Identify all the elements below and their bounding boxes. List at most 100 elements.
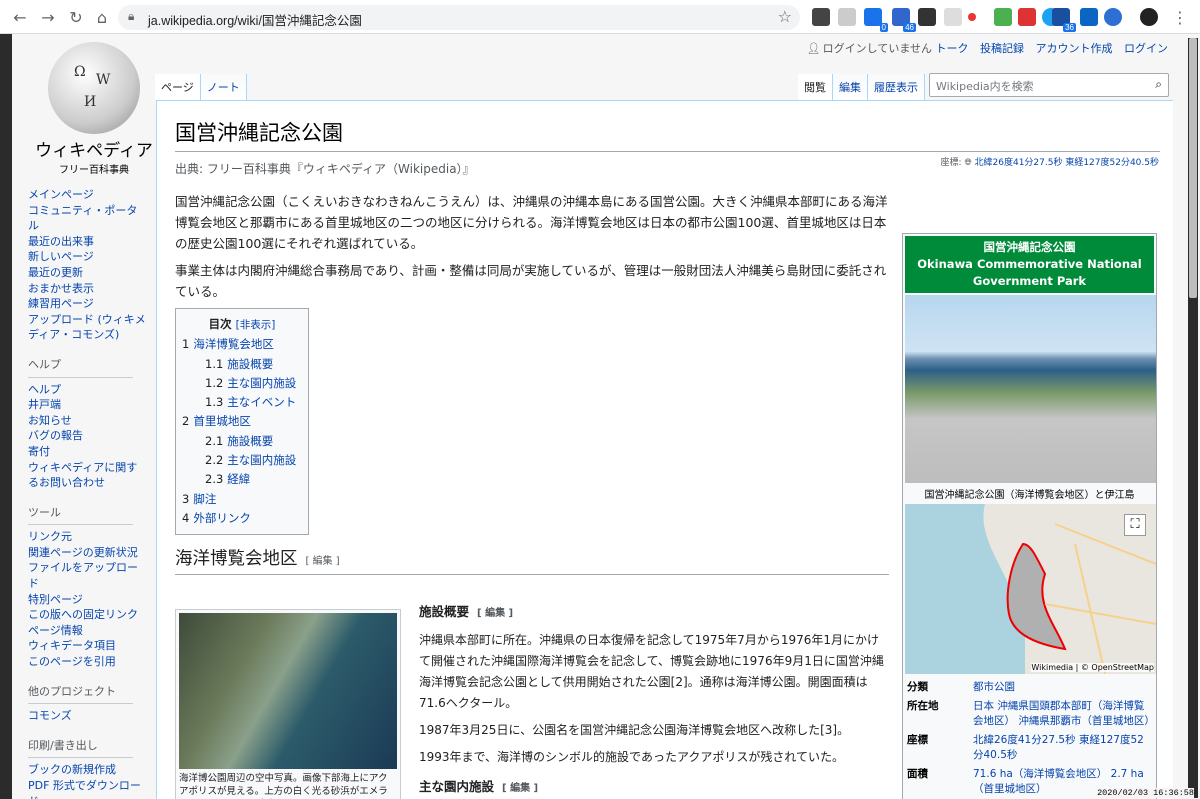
address-bar[interactable]: 🔒︎ ja.wikipedia.org/wiki/国営沖縄記念公園 ☆: [118, 5, 800, 30]
extension-icon[interactable]: 36: [1052, 8, 1076, 32]
sidebar-item[interactable]: 練習用ページ: [28, 296, 146, 312]
sidebar-item[interactable]: ヘルプ: [28, 382, 146, 398]
sidebar-item[interactable]: コモンズ: [28, 708, 146, 724]
toc-link[interactable]: 外部リンク: [193, 511, 251, 525]
lock-icon: 🔒︎: [128, 9, 135, 23]
sidebar-item[interactable]: 寄付: [28, 444, 146, 460]
toc-link[interactable]: 主なイベント: [227, 395, 296, 409]
photo-caption: 国営沖縄記念公園（海洋博覧会地区）と伊江島: [924, 490, 1135, 501]
sidebar-item[interactable]: 井戸端: [28, 397, 146, 413]
sidebar-item[interactable]: ブックの新規作成: [28, 762, 146, 778]
record-icon[interactable]: [968, 13, 976, 21]
toc-item[interactable]: 1.1 施設概要: [182, 355, 302, 374]
toc-link[interactable]: 海洋博覧会地区: [193, 337, 274, 351]
sidebar-item[interactable]: ウィキペディアに関するお問い合わせ: [28, 460, 146, 491]
toc-number: 2.1: [205, 433, 224, 448]
toc-item[interactable]: 2.2 主な園内施設: [182, 451, 302, 470]
edit-section-link[interactable]: [ 編集 ]: [477, 608, 513, 619]
toc-link[interactable]: 施設概要: [227, 357, 273, 371]
sidebar-item[interactable]: お知らせ: [28, 413, 146, 429]
reload-icon[interactable]: ↻: [66, 8, 86, 27]
thumbnail[interactable]: 海洋博公園周辺の空中写真。画像下部海上にアクアポリスが見える。上方の白く光る砂浜…: [175, 609, 401, 799]
edit-section-link[interactable]: [ 編集 ]: [306, 556, 340, 567]
sidebar-item[interactable]: コミュニティ・ポータル: [28, 203, 146, 234]
sidebar-item[interactable]: バグの報告: [28, 428, 146, 444]
edit-section-link[interactable]: [ 編集 ]: [502, 783, 538, 794]
home-icon[interactable]: ⌂: [92, 8, 112, 27]
coord-link[interactable]: 北緯26度41分27.5秒 東経127度52分40.5秒: [975, 158, 1159, 168]
sidebar-item[interactable]: 最近の出来事: [28, 234, 146, 250]
login-link[interactable]: ログイン: [1124, 42, 1168, 55]
location-map[interactable]: ⛶ Wikimedia | © OpenStreetMap: [905, 504, 1156, 674]
extension-icon[interactable]: 46: [892, 8, 916, 32]
extension-icon[interactable]: [812, 8, 830, 26]
download-icon[interactable]: [918, 8, 936, 26]
tab-edit[interactable]: 編集: [833, 74, 868, 100]
sidebar-item[interactable]: アップロード (ウィキメディア・コモンズ): [28, 312, 146, 343]
extension-icon[interactable]: [1104, 8, 1122, 26]
toc-link[interactable]: 脚注: [193, 492, 216, 506]
toc-item[interactable]: 2.1 施設概要: [182, 432, 302, 451]
toc-number: 1.2: [205, 375, 224, 390]
toc-hide-link[interactable]: [非表示]: [236, 319, 276, 331]
infobox-value[interactable]: 日本 沖縄県国頭郡本部町（海洋博覧会地区） 沖縄県那覇市（首里城地区）: [969, 697, 1156, 731]
profile-avatar[interactable]: [1140, 8, 1158, 26]
extension-icon[interactable]: [1018, 8, 1036, 26]
park-photo[interactable]: [905, 295, 1156, 483]
forward-icon[interactable]: →: [38, 8, 58, 27]
sidebar-item[interactable]: 特別ページ: [28, 592, 146, 608]
infobox-value[interactable]: 都市公園: [969, 678, 1156, 697]
tab-history[interactable]: 履歴表示: [868, 74, 925, 100]
toc-link[interactable]: 施設概要: [227, 434, 273, 448]
toc-item[interactable]: 1.3 主なイベント: [182, 393, 302, 412]
tab-page[interactable]: ページ: [155, 74, 201, 100]
sidebar-item[interactable]: 関連ページの更新状況: [28, 545, 146, 561]
toc-item[interactable]: 1 海洋博覧会地区: [182, 335, 302, 354]
infobox-value[interactable]: 北緯26度41分27.5秒 東経127度52分40.5秒: [969, 731, 1156, 765]
create-account-link[interactable]: アカウント作成: [1036, 42, 1113, 55]
toc-item[interactable]: 4 外部リンク: [182, 509, 302, 528]
sidebar-item[interactable]: PDF 形式でダウンロード: [28, 778, 146, 799]
contributions-link[interactable]: 投稿記録: [980, 42, 1024, 55]
fullscreen-icon[interactable]: ⛶: [1124, 514, 1146, 536]
talk-link[interactable]: トーク: [936, 42, 969, 55]
sidebar-item[interactable]: この版への固定リンク: [28, 607, 146, 623]
toc-link[interactable]: 主な園内施設: [227, 453, 296, 467]
search-input[interactable]: Wikipedia内を検索 ⌕: [929, 73, 1169, 97]
search-icon[interactable]: ⌕: [1155, 77, 1162, 92]
menu-kebab-icon[interactable]: ⋮: [1170, 8, 1190, 27]
toc-item[interactable]: 1.2 主な園内施設: [182, 374, 302, 393]
aerial-photo[interactable]: [179, 613, 397, 769]
toc-item[interactable]: 2.3 経緯: [182, 470, 302, 489]
scrollbar-thumb[interactable]: [1189, 38, 1197, 298]
sidebar-item[interactable]: 新しいページ: [28, 249, 146, 265]
download-ext-icon[interactable]: [838, 8, 856, 26]
coord-label: 座標:: [940, 158, 962, 168]
scrollbar[interactable]: [1188, 38, 1198, 798]
sidebar-item[interactable]: リンク元: [28, 529, 146, 545]
tab-read[interactable]: 閲覧: [798, 74, 833, 100]
sidebar-item[interactable]: おまかせ表示: [28, 281, 146, 297]
toc-item[interactable]: 2 首里城地区: [182, 412, 302, 431]
ext-badge: 36: [1063, 23, 1076, 32]
tab-note[interactable]: ノート: [200, 74, 247, 100]
toc-link[interactable]: 首里城地区: [193, 414, 251, 428]
toc-link[interactable]: 主な園内施設: [227, 376, 296, 390]
bookmark-star-icon[interactable]: ☆: [778, 7, 792, 26]
sidebar-item[interactable]: このページを引用: [28, 654, 146, 670]
back-icon[interactable]: ←: [10, 8, 30, 27]
toc-link[interactable]: 経緯: [227, 472, 250, 486]
sidebar-item[interactable]: ファイルをアップロード: [28, 560, 146, 591]
toc-number: 1: [182, 337, 190, 352]
extension-icon[interactable]: [944, 8, 962, 26]
sidebar-item[interactable]: ページ情報: [28, 623, 146, 639]
extension-icon[interactable]: 0: [864, 8, 888, 32]
toc-item[interactable]: 3 脚注: [182, 490, 302, 509]
sidebar-item[interactable]: メインページ: [28, 187, 146, 203]
infobox-key: 座標: [907, 734, 928, 746]
wikipedia-logo[interactable]: ΩWИ ウィキペディア フリー百科事典: [24, 42, 164, 176]
extension-icon[interactable]: [1080, 8, 1098, 26]
sidebar-item[interactable]: ウィキデータ項目: [28, 638, 146, 654]
extension-icon[interactable]: [994, 8, 1012, 26]
sidebar-item[interactable]: 最近の更新: [28, 265, 146, 281]
